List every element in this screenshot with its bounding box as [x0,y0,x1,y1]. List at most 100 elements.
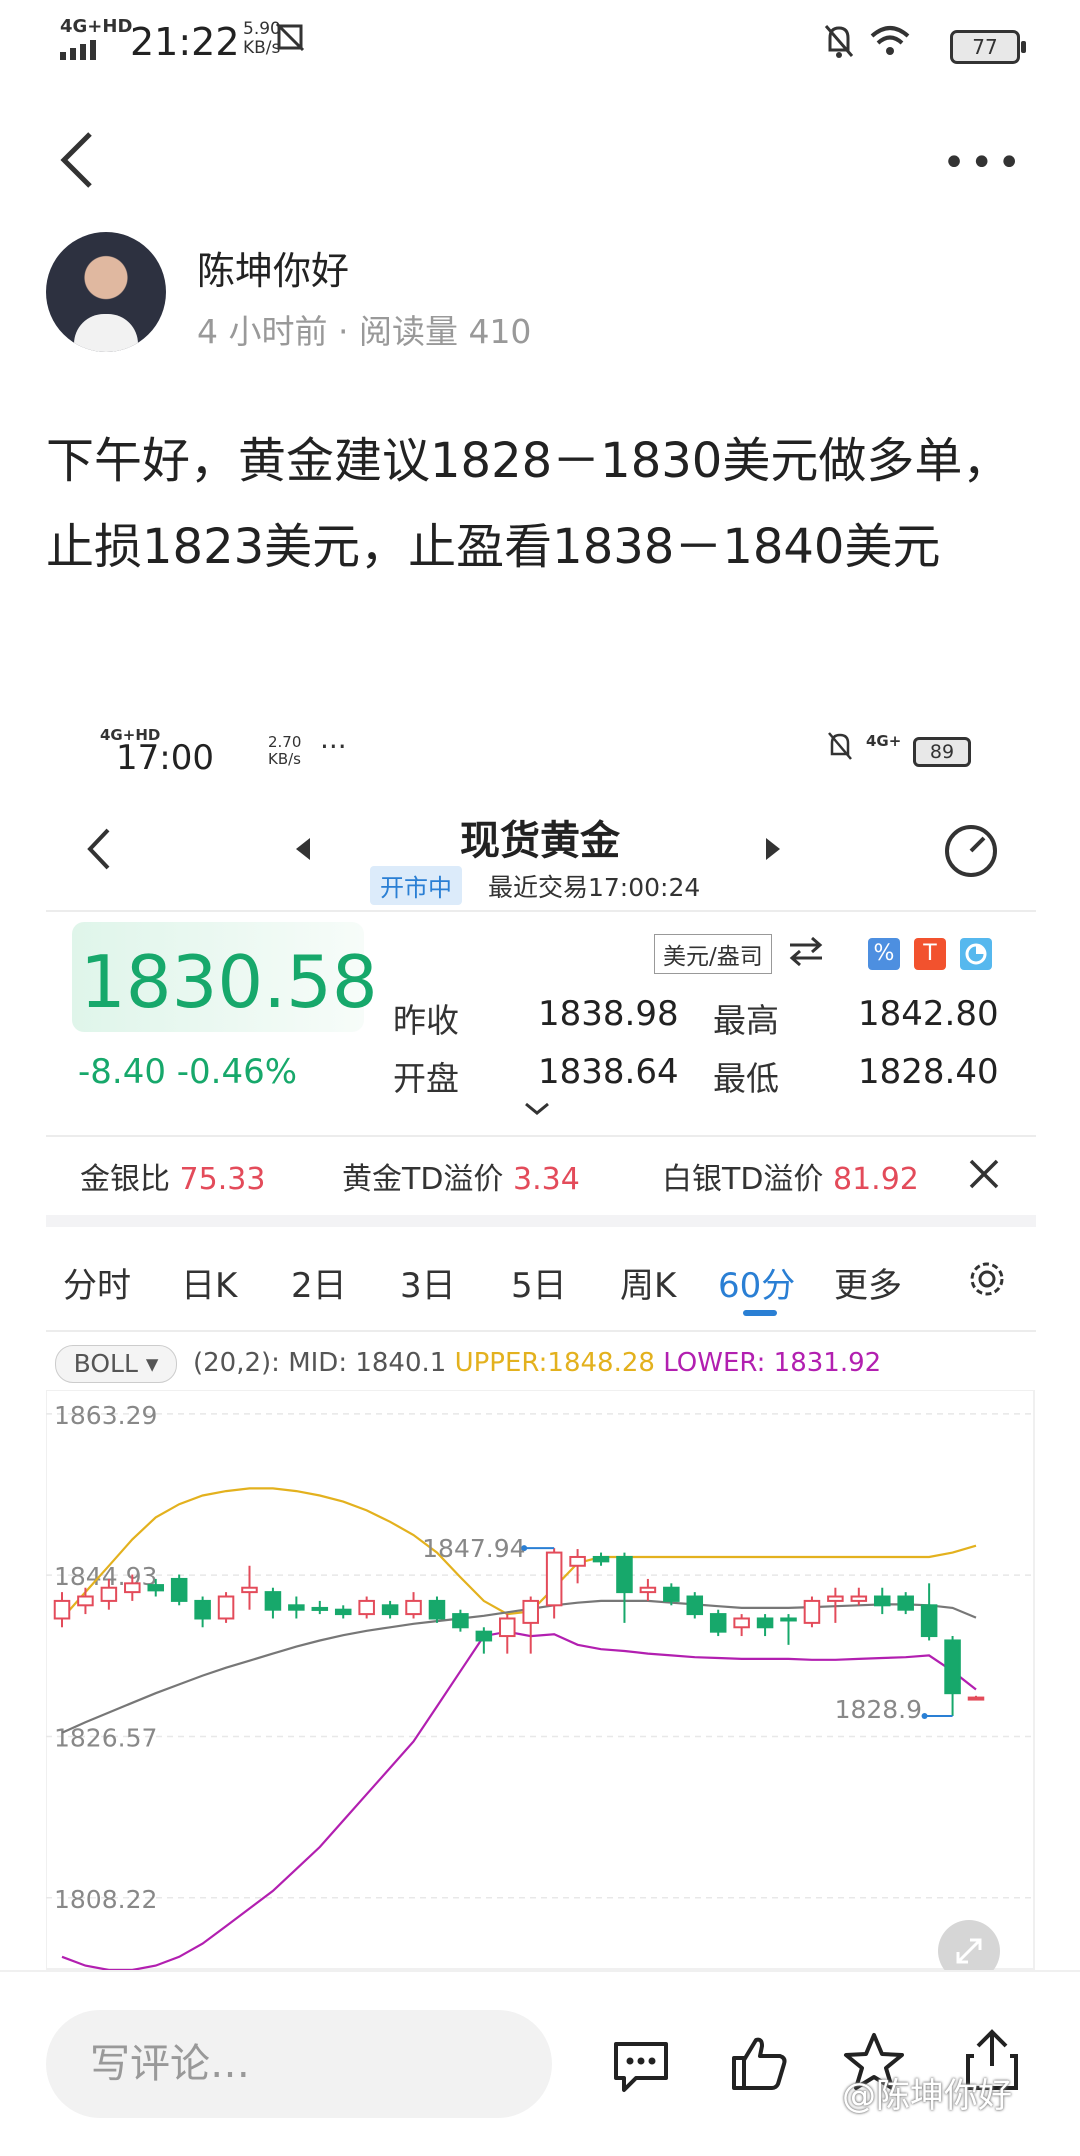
y-tick-label: 1863.29 [54,1401,157,1430]
candle-down [288,1604,305,1611]
candle-down [686,1595,704,1616]
refresh-gauge-icon [945,825,997,877]
avatar[interactable] [46,232,166,352]
embedded-net-speed-value: 2.70 [268,733,302,751]
boll-lower: LOWER: 1831.92 [663,1348,882,1378]
tab-more: 更多 [834,1266,902,1306]
boll-lower-line [61,1630,977,1970]
tab-daily: 日K [181,1266,238,1306]
stat-value: 1828.40 [858,1052,999,1092]
clock: 21:22 [130,20,240,64]
pie-tool-icon [960,938,992,970]
boll-params: (20,2): MID: 1840.1 [193,1348,447,1378]
signal-bars-icon [60,40,132,60]
candle-up [499,1617,516,1638]
network-type: 4G+HD [60,16,133,37]
section-gap [46,1215,1036,1227]
tab-60min: 60分 [718,1266,796,1306]
divider [46,1135,1036,1137]
like-icon[interactable] [728,2032,790,2094]
candle-up [217,1595,235,1620]
candle-down [780,1617,797,1622]
tab-timeshare: 分时 [63,1266,131,1306]
candle-up [77,1595,94,1607]
wifi-icon [870,26,910,55]
candle-up [803,1599,821,1624]
candle-down [920,1604,938,1638]
candle-up [733,1617,750,1629]
candle-down [756,1617,774,1629]
stat-label: 昨收 [393,1001,459,1040]
stat-label: 开盘 [393,1059,459,1098]
candle-down [616,1555,633,1594]
candle-up [241,1586,258,1594]
next-arrow-icon [766,838,780,860]
stat-value: 1842.80 [858,994,999,1034]
ratio-value: 3.34 [512,1162,580,1197]
candle-up [545,1551,563,1607]
candle-down [452,1613,469,1629]
comment-icon[interactable] [610,2036,672,2096]
low-marker-dot [921,1713,928,1720]
y-tick-label: 1826.57 [54,1724,157,1753]
instrument-title: 现货黄金 [460,818,620,864]
candle-up [850,1595,868,1602]
more-dots-icon[interactable]: ••• [942,140,1025,186]
candle-down [475,1630,493,1642]
candle-down [709,1613,727,1633]
percent-tool-icon: % [868,938,900,970]
back-chevron-icon[interactable] [58,130,98,190]
comment-input[interactable]: 写评论… [46,2010,552,2118]
candle-up [124,1582,141,1594]
post-text: 下午好，黄金建议1828－1830美元做多单，止损1823美元，止盈看1838－… [46,433,1011,575]
expand-chevron-icon [525,1102,549,1115]
mute-bell-icon [824,25,854,58]
divider [46,910,1036,912]
candle-up [569,1555,586,1567]
author-name[interactable]: 陈坤你好 [197,240,349,295]
embedded-clock: 17:00 [116,738,214,778]
stat-value: 1838.98 [538,994,679,1034]
embedded-net-speed-unit: KB/s [268,750,301,768]
swap-icon [789,936,823,966]
post-meta: 4 小时前 · 阅读量 410 [197,312,532,351]
candle-down [170,1577,188,1602]
indicator-name: BOLL [73,1349,138,1378]
ratio-gold-td: 黄金TD溢价 3.34 [342,1154,580,1198]
price-change: -8.40 -0.46% [78,1052,298,1092]
embedded-battery: 89 [913,737,971,767]
candle-up [967,1696,985,1701]
candle-down [311,1606,329,1611]
market-status-badge: 开市中 [370,866,462,905]
boll-upper: UPPER:1848.28 [454,1348,655,1378]
tab-2day: 2日 [291,1266,347,1306]
y-tick-label: 1808.22 [54,1885,157,1914]
candle-up [827,1595,844,1602]
unit-label: 美元/盎司 [654,934,772,974]
last-trade-time: 最近交易17:00:24 [488,873,701,902]
boll-readout: (20,2): MID: 1840.1 UPPER:1848.28 LOWER:… [193,1348,881,1378]
candle-up [358,1599,375,1616]
stat-label: 最低 [713,1059,779,1098]
candle-up [100,1586,118,1602]
low-label: 1828.9 [835,1695,922,1724]
stat-label: 最高 [713,1001,779,1040]
candle-down [147,1584,165,1592]
ratio-value: 81.92 [832,1162,919,1197]
ratio-label: 金银比 [80,1162,170,1197]
candle-down [264,1591,282,1611]
candle-down [381,1604,399,1616]
candle-up [639,1586,657,1594]
signal-indicator: 4G+HD [60,18,132,60]
ratio-silver-td: 白银TD溢价 81.92 [662,1154,919,1198]
status-bar: 4G+HD 21:22 5.90 KB/s 77 [0,0,1080,86]
tab-3day: 3日 [400,1266,456,1306]
t-tool-icon: T [914,938,946,970]
candle-down [873,1595,891,1607]
ratio-label: 黄金TD溢价 [342,1162,504,1197]
candle-down [194,1599,211,1620]
watermark: @陈坤你好 [842,2076,1012,2116]
prev-arrow-icon [296,838,310,860]
tab-5day: 5日 [511,1266,567,1306]
stat-value: 1838.64 [538,1052,679,1092]
